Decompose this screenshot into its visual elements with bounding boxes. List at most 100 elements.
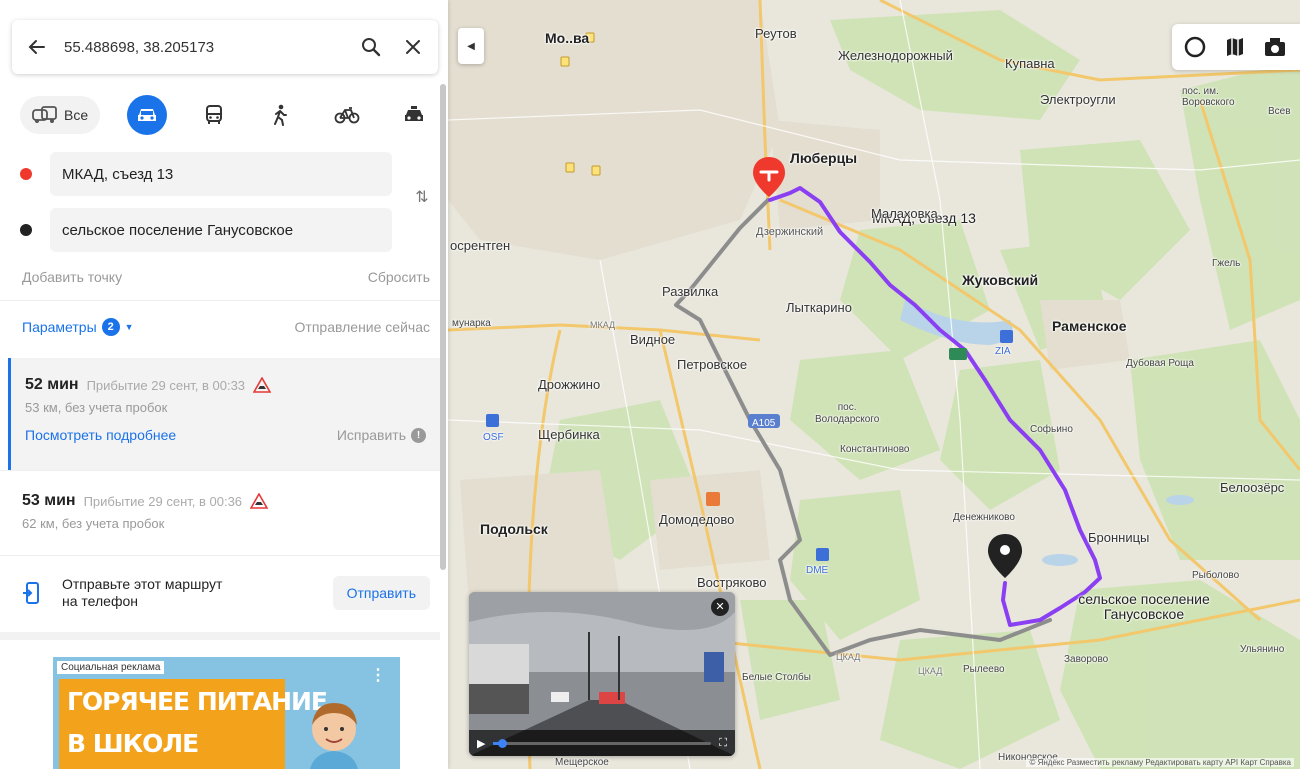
swap-icon[interactable]: ⇅	[410, 186, 434, 210]
map-label-meshcherskoe: Мещерское	[555, 757, 609, 768]
map-label-tsad-2: ЦКАД	[918, 666, 943, 676]
map-toolbar	[1172, 24, 1300, 70]
panorama-close-icon[interactable]: ✕	[711, 598, 729, 616]
taxi-icon	[404, 106, 423, 121]
map-label-shcherbinka: Щербинка	[538, 427, 600, 442]
divider	[0, 632, 440, 640]
ad-tag: Социальная реклама	[57, 661, 165, 674]
mode-all-label: Все	[64, 107, 89, 123]
mode-bike-button[interactable]	[327, 95, 367, 135]
reset-link[interactable]: Сбросить	[368, 269, 430, 285]
map-label-ryleevo: Рылеево	[963, 664, 1005, 675]
end-pin-icon[interactable]	[986, 532, 1024, 580]
params-label: Параметры	[22, 319, 97, 335]
bus-icon	[205, 105, 222, 124]
map-label-sofyino: Софьино	[1030, 424, 1073, 435]
map-label-tsad-1: ЦКАД	[836, 652, 861, 662]
layers-icon[interactable]	[1182, 34, 1208, 60]
panorama-preview[interactable]: ✕ ▶ ⛶	[469, 592, 735, 756]
map-label-konstantinovo: Константиново	[840, 444, 910, 455]
send-text: Отправьте этот маршрут на телефон	[62, 576, 333, 610]
to-input[interactable]: сельское поселение Ганусовское	[50, 208, 392, 252]
map-label-ramenskoe: Раменское	[1052, 318, 1127, 334]
ad-menu-icon[interactable]: ⋮	[370, 665, 386, 685]
map-label-vostryakovo: Востряково	[697, 575, 767, 590]
params-button[interactable]: Параметры 2 ▼	[22, 318, 134, 336]
map-label-munarka: мунарка	[452, 318, 491, 329]
info-icon: !	[411, 427, 426, 443]
route-time: 52 мин	[25, 376, 79, 393]
map-label-zhukovsky: Жуковский	[962, 272, 1039, 288]
phone-icon	[23, 582, 39, 604]
send-button[interactable]: Отправить	[332, 576, 430, 610]
params-count-badge: 2	[101, 318, 120, 336]
sidebar-scrollbar[interactable]	[440, 84, 446, 570]
send-text-line1: Отправьте этот маршрут	[62, 576, 223, 592]
map-label-malakhovka: Малаховка	[871, 206, 938, 221]
fullscreen-icon[interactable]: ⛶	[719, 737, 727, 750]
map-label-petrovskoe: Петровское	[677, 357, 748, 372]
panorama-progress[interactable]	[493, 738, 712, 748]
map-label-rybolovo: Рыболово	[1192, 570, 1240, 581]
map-label-vse: Всев	[1268, 106, 1291, 117]
map-label-belye-stolby: Белые Столбы	[742, 672, 811, 683]
route-more-link[interactable]: Посмотреть подробнее	[25, 427, 176, 443]
play-icon[interactable]: ▶	[477, 737, 485, 750]
map-label-vidnoe: Видное	[630, 332, 676, 347]
traffic-icon[interactable]	[1222, 34, 1248, 60]
search-icon[interactable]	[358, 34, 384, 60]
map-label-zavorovo: Заворово	[1064, 654, 1109, 665]
map-label-dme: DME	[806, 565, 829, 576]
route-point-from: МКАД, съезд 13	[20, 152, 392, 196]
route-arrival: Прибытие 29 сент, в 00:33	[86, 377, 246, 393]
back-arrow-icon[interactable]	[24, 34, 50, 60]
map-label-ulyanino: Ульянино	[1240, 644, 1285, 655]
panorama-controls: ▶ ⛶	[469, 730, 735, 756]
ad-line-2: В ШКОЛЕ	[67, 729, 199, 758]
map-copyright[interactable]: © Яндекс Разместить рекламу Редактироват…	[1026, 758, 1294, 767]
route-fix-link[interactable]: Исправить !	[337, 427, 426, 443]
route-fix-label: Исправить	[336, 427, 406, 443]
panorama-progress-knob[interactable]	[497, 738, 507, 748]
search-bar: 55.488698, 38.205173	[12, 20, 438, 74]
map-label-bronnitsy: Бронницы	[1088, 530, 1150, 545]
car-icon	[137, 109, 156, 121]
mode-car-button[interactable]	[126, 95, 167, 135]
mode-taxi-button[interactable]	[394, 95, 434, 135]
mode-walk-button[interactable]	[260, 95, 300, 135]
map-label-gzhel: Гжель	[1212, 258, 1241, 269]
route-details: 53 км, без учета пробок	[25, 400, 168, 415]
map-label-lytkarino: Лыткарино	[786, 300, 852, 315]
map-label-rentgen: осрентген	[450, 238, 511, 253]
close-icon[interactable]	[400, 34, 426, 60]
map-label-mkad-road: МКАД	[590, 320, 616, 330]
search-input[interactable]: 55.488698, 38.205173	[64, 39, 358, 56]
panorama-icon[interactable]	[1262, 34, 1288, 60]
map-label-razvilka: Развилка	[662, 284, 719, 299]
warning-icon	[250, 493, 269, 509]
mode-bus-button[interactable]	[194, 95, 234, 135]
bike-icon	[334, 107, 360, 124]
map-label-podolsk: Подольск	[480, 521, 548, 537]
from-input[interactable]: МКАД, съезд 13	[50, 152, 392, 196]
mode-all-button[interactable]: Все	[20, 96, 101, 134]
departure-time[interactable]: Отправление сейчас	[295, 319, 430, 335]
route-option-2[interactable]: 53 мин Прибытие 29 сент, в 00:36 62 км, …	[8, 474, 440, 550]
map-label-kupavna: Купавна	[1005, 56, 1055, 71]
divider	[0, 555, 440, 556]
from-dot-icon	[20, 168, 32, 180]
map-label-pos-vorovskogo: пос. им. Воровского	[1182, 86, 1235, 108]
start-pin-icon[interactable]	[751, 155, 787, 199]
map-label-drozhzhino: Дрожжино	[538, 377, 601, 392]
collapse-panel-button[interactable]: ◀	[458, 28, 484, 64]
send-text-line2: на телефон	[62, 593, 138, 609]
map-label-dubovaya-roscha: Дубовая Роща	[1126, 358, 1194, 369]
ad-banner[interactable]: Социальная реклама ГОРЯЧЕЕ ПИТАНИЕ В ШКО…	[53, 657, 400, 769]
map-label-pos-volodarskogo: пос. Володарского	[815, 402, 880, 425]
transport-modes: Все	[20, 95, 434, 135]
add-point-link[interactable]: Добавить точку	[22, 269, 122, 285]
route-option-1[interactable]: 52 мин Прибытие 29 сент, в 00:33 53 км, …	[8, 358, 440, 470]
route-point-to: сельское поселение Ганусовское	[20, 208, 392, 252]
map-label-a105: А105	[752, 418, 776, 429]
map-label-zheleznodorozhny: Железнодорожный	[838, 48, 953, 63]
